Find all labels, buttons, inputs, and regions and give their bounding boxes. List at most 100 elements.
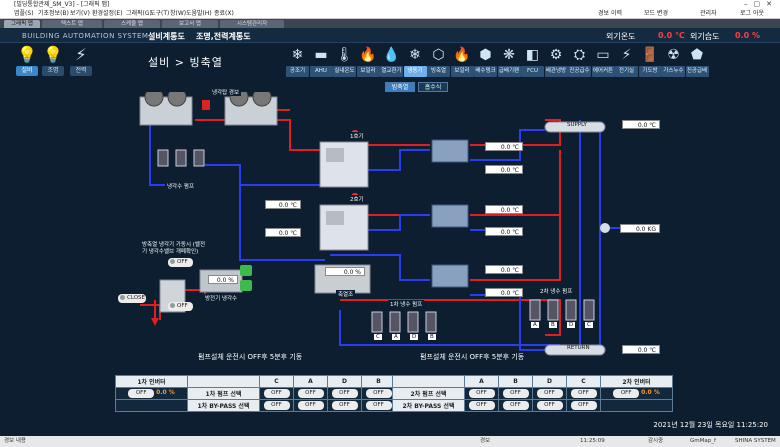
pump-select-toggle[interactable]: OFF (570, 389, 597, 398)
window-controls[interactable]: –▢✕ (744, 0, 778, 8)
tab-schedule-map[interactable]: 스케쥴 맵 (104, 20, 160, 28)
equipment-menu-item[interactable]: ❋ 급배기팬 (497, 44, 521, 79)
tab-report-map[interactable]: 보고서 맵 (162, 20, 218, 28)
bypass-toggle[interactable]: OFF (297, 401, 324, 410)
status-dot-icon (170, 302, 175, 308)
tab-graphic-map[interactable]: 그래픽 맵 (4, 20, 40, 28)
empty-header (392, 375, 465, 388)
equipment-menu-item[interactable]: ▬ AHU (309, 44, 333, 79)
menu-help[interactable]: 도움말(H) (186, 9, 212, 19)
cell: OFF (259, 387, 294, 400)
col-header: C (566, 375, 601, 388)
mode-power-button[interactable]: ⚡ 전력 (70, 44, 92, 78)
nav-lighting-power[interactable]: 조명,전력계통도 (196, 31, 251, 42)
pump-select-toggle[interactable]: OFF (536, 389, 563, 398)
bypass-toggle[interactable]: OFF (331, 401, 358, 410)
bypass-toggle[interactable]: OFF (468, 401, 495, 410)
equipment-menu-item[interactable]: 🔥 보일러 (356, 44, 380, 79)
equipment-menu-item[interactable]: ☢ 가스누수 (662, 44, 685, 79)
menu-window[interactable]: 창(W) (170, 9, 186, 19)
equipment-menu-item[interactable]: ⬡ 빙축열 (427, 44, 450, 79)
pump-select-toggle[interactable]: OFF (365, 389, 392, 398)
menu-graphic[interactable]: 그래픽(G) (126, 9, 152, 19)
equipment-menu-item[interactable]: ◧ FCU (521, 44, 544, 79)
subtab-absorption[interactable]: 흡수식 (418, 82, 448, 92)
equipment-menu-item[interactable]: ❄ 공조기 (286, 44, 309, 79)
mode-change-button[interactable]: 모드 변경 (644, 9, 668, 19)
empty-cell (600, 399, 673, 412)
inverter-toggle[interactable]: OFF (128, 389, 155, 398)
pump-note-1: 펌프설체 운전시 OFF후 5분후 기동 (198, 353, 303, 361)
menu-tools[interactable]: 도구(T) (150, 9, 169, 19)
equipment-menu-item[interactable]: ⚙ 배관냉방 (544, 44, 568, 79)
bypass-toggle[interactable]: OFF (502, 401, 529, 410)
equipment-label: 배관냉방 (544, 66, 568, 77)
equipment-icon: 🌡 (335, 47, 354, 63)
heat-exchangers (431, 139, 469, 288)
high-indicator-icon (240, 265, 252, 276)
mode-facility-button[interactable]: 💡 설비 (16, 44, 38, 78)
equipment-menu-item[interactable]: ⚡ 전기실 (615, 44, 638, 79)
equipment-menu-item[interactable]: ❄ 냉동기 (403, 44, 427, 79)
inverter-toggle[interactable]: OFF (613, 389, 640, 398)
tank-level-value: 0.0 % (325, 267, 365, 276)
pump-select-toggle[interactable]: OFF (502, 389, 529, 398)
equipment-menu-item[interactable]: ⬢ 배수탱크 (474, 44, 497, 79)
col-header: B (361, 375, 396, 388)
close-toggle[interactable]: CLOSE (118, 294, 146, 303)
alarm-history-button[interactable]: 경보 이력 (598, 9, 622, 19)
cell: OFF (259, 399, 294, 412)
equipment-menu-item[interactable]: ▭ 에어커튼 (591, 44, 615, 79)
equipment-icon: ▬ (314, 47, 328, 63)
cell: OFF (293, 399, 328, 412)
equipment-menu-item[interactable]: 💧 열교환기 (380, 44, 403, 79)
bypass-toggle[interactable]: OFF (570, 401, 597, 410)
equipment-menu-item[interactable]: ⬟ 진공급배 (685, 44, 709, 79)
menu-settings[interactable]: 환경설정(E) (92, 9, 123, 19)
cell: OFF (464, 387, 499, 400)
menu-view[interactable]: 보기(V) (70, 9, 90, 19)
menu-file[interactable]: 엽플(S) (14, 9, 34, 19)
status-item: 경보 (480, 438, 491, 444)
subtab-ice-storage[interactable]: 빙축열 (385, 82, 415, 92)
mode-lighting-button[interactable]: 💡 조명 (42, 44, 64, 78)
pump-select-toggle[interactable]: OFF (468, 389, 495, 398)
pump-select-toggle[interactable]: OFF (331, 389, 358, 398)
equipment-label: 냉동기 (403, 66, 427, 77)
bypass-toggle[interactable]: OFF (263, 401, 290, 410)
bypass-toggle[interactable]: OFF (365, 401, 392, 410)
admin-button[interactable]: 관리자 (700, 9, 717, 19)
inverter-cell: OFF 0.0 % (115, 387, 188, 400)
equipment-label: 진공급배 (685, 66, 709, 77)
tab-system-admin[interactable]: 시스템관리자 (220, 20, 284, 28)
equipment-menu-item[interactable]: 🔥 보일러 (450, 44, 474, 79)
map-tabs: 그래픽 맵 텍스트 맵 스케쥴 맵 보고서 맵 시스템관리자 (0, 19, 780, 28)
equipment-icon: ⬢ (479, 47, 492, 63)
pump-select-toggle[interactable]: OFF (263, 389, 290, 398)
outdoor-temp-value: 0.0 ℃ (658, 31, 685, 40)
primary-control-table: 1차 인버터 C A D B OFF 0.0 % 1차 펌프 선택 OFF OF… (115, 375, 396, 412)
equipment-label: 공조기 (286, 66, 309, 77)
logout-button[interactable]: 로그 아웃 (740, 9, 764, 19)
flow-value: 0.0 KG (620, 224, 660, 233)
system-name: BUILDING AUTOMATION SYSTEM (22, 32, 149, 40)
nav-facility[interactable]: 설비계통도 (148, 31, 185, 42)
row-header: 2차 펌프 선택 (392, 387, 465, 400)
primary-inverter-header: 1차 인버터 (115, 375, 188, 388)
equipment-menu-item[interactable]: 🌡 실내온도 (333, 44, 356, 79)
tab-text-map[interactable]: 텍스트 맵 (42, 20, 102, 28)
menu-exit[interactable]: 종료(X) (214, 9, 234, 19)
bypass-toggle[interactable]: OFF (536, 401, 563, 410)
col-header: D (532, 375, 567, 388)
drain-toggle-label: OFF (177, 303, 188, 309)
pump-select-toggle[interactable]: OFF (297, 389, 324, 398)
equipment-icon: ⚡ (621, 47, 632, 63)
row-header: 2차 BY-PASS 선택 (392, 399, 465, 412)
valve-toggle[interactable]: OFF (168, 258, 193, 267)
valve-toggle-label: OFF (177, 259, 188, 265)
drain-toggle[interactable]: OFF (168, 302, 193, 311)
menu-basic[interactable]: 기초정보(B) (38, 9, 69, 19)
equipment-menu-item[interactable]: ⛭ 진공급수 (568, 44, 591, 79)
equipment-menu-item[interactable]: 🚪 기도방 (638, 44, 662, 79)
pump-note-2: 펌프설체 운전시 OFF후 5분후 기동 (420, 353, 525, 361)
